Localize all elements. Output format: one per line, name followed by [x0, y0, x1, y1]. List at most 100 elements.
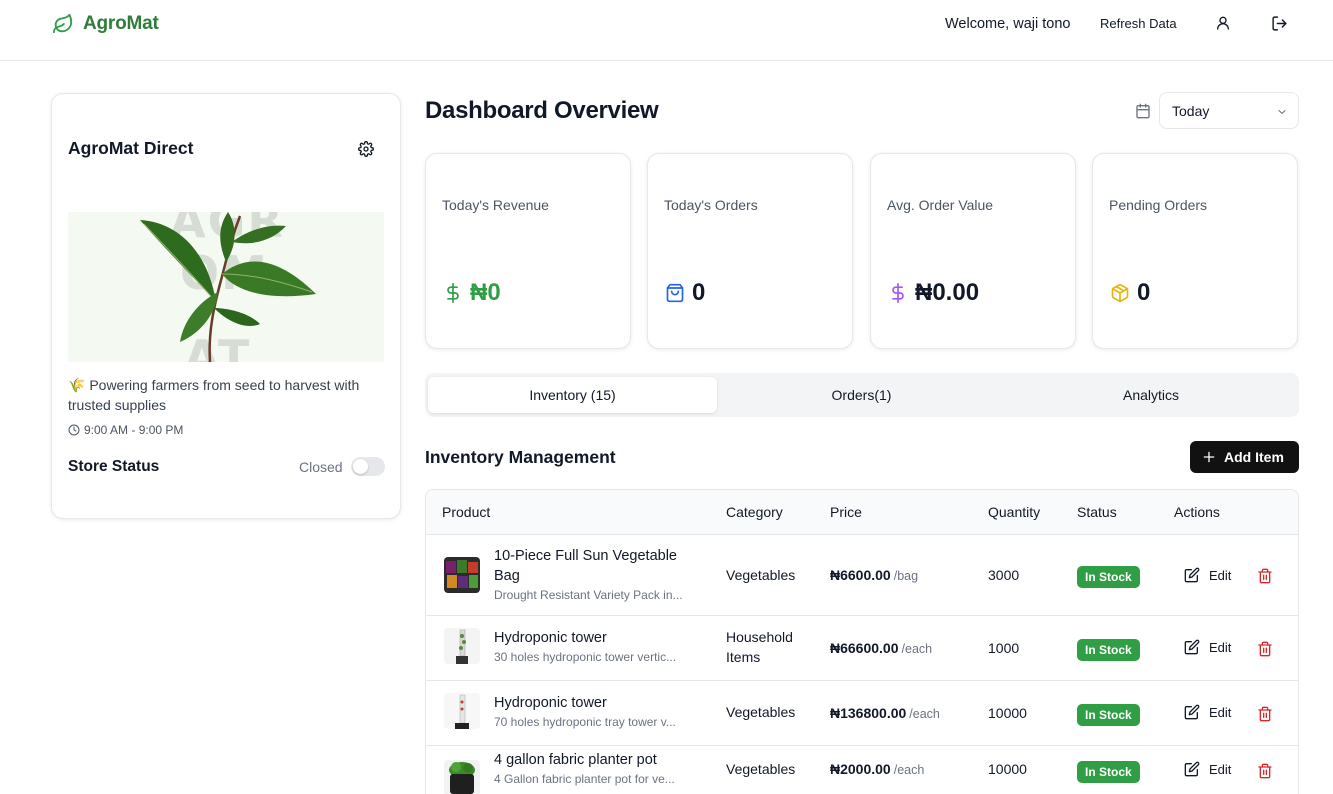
leaf-logo-icon	[51, 12, 75, 36]
column-header: Quantity	[988, 504, 1041, 520]
chevron-down-icon	[1276, 105, 1288, 117]
edit-label: Edit	[1209, 567, 1232, 583]
trash-icon[interactable]	[1257, 568, 1273, 584]
page-title: Dashboard Overview	[425, 97, 659, 124]
period-select-value: Today	[1172, 103, 1210, 119]
table-header: Product Category Price Quantity Status A…	[426, 490, 1298, 535]
plus-icon	[1203, 451, 1215, 463]
period-select[interactable]: Today	[1159, 92, 1299, 129]
edit-icon	[1184, 704, 1200, 720]
stat-value: 0	[692, 279, 706, 306]
column-header: Product	[442, 504, 491, 520]
clock-icon	[68, 424, 80, 436]
inventory-title: Inventory Management	[425, 447, 616, 467]
product-description: 30 holes hydroponic tower vertic...	[494, 650, 677, 664]
edit-label: Edit	[1209, 639, 1232, 655]
status-badge: In Stock	[1077, 761, 1140, 783]
product-name: 4 gallon fabric planter pot	[494, 752, 657, 768]
tab-inventory[interactable]: Inventory (15)	[428, 377, 717, 413]
status-badge: In Stock	[1077, 566, 1140, 588]
product-category: Household Items	[726, 629, 793, 665]
user-icon[interactable]	[1214, 14, 1232, 32]
status-badge: In Stock	[1077, 639, 1140, 661]
store-hours: 9:00 AM - 9:00 PM	[68, 423, 183, 437]
stat-label: Avg. Order Value	[887, 197, 994, 213]
stat-card-revenue: Today's Revenue ₦0	[425, 153, 631, 349]
product-price: ₦6600.00/bag	[830, 567, 918, 583]
trash-icon[interactable]	[1257, 763, 1273, 779]
tab-bar: Inventory (15) Orders(1) Analytics	[425, 373, 1299, 417]
tab-analytics[interactable]: Analytics	[1006, 377, 1296, 413]
price-value: ₦2000.00	[830, 761, 891, 777]
stat-label: Today's Orders	[664, 197, 758, 213]
product-description: 4 Gallon fabric planter pot for ve...	[494, 772, 675, 786]
add-item-button[interactable]: Add Item	[1190, 441, 1299, 473]
store-status-label: Store Status	[68, 458, 160, 475]
edit-button[interactable]: Edit	[1184, 761, 1231, 777]
price-unit: /each	[901, 642, 933, 656]
product-thumbnail	[444, 628, 480, 664]
price-unit: /each	[893, 763, 925, 777]
store-tagline: 🌾 Powering farmers from seed to harvest …	[68, 377, 360, 413]
top-bar: AgroMat Welcome, waji tono Refresh Data	[0, 0, 1333, 61]
stat-card-avg-order: Avg. Order Value ₦0.00	[870, 153, 1076, 349]
table-row: 4 gallon fabric planter pot 4 Gallon fab…	[426, 746, 1298, 794]
product-thumbnail	[444, 557, 480, 593]
product-category: Vegetables	[726, 761, 796, 777]
table-row: Hydroponic tower 70 holes hydroponic tra…	[426, 681, 1298, 746]
price-value: ₦136800.00	[830, 705, 907, 721]
product-thumbnail	[444, 693, 480, 729]
edit-icon	[1184, 761, 1200, 777]
product-price: ₦66600.00/each	[830, 640, 932, 656]
price-unit: /each	[909, 707, 940, 721]
stat-value: ₦0	[470, 279, 501, 306]
table-row: 10-Piece Full Sun Vegetable Bag Drought …	[426, 535, 1298, 616]
inventory-table: Product Category Price Quantity Status A…	[425, 489, 1299, 794]
welcome-text: Welcome, waji tono	[945, 16, 1071, 32]
price-value: ₦6600.00	[830, 567, 891, 583]
stat-label: Today's Revenue	[442, 197, 549, 213]
stat-value: 0	[1137, 279, 1151, 306]
package-icon	[1109, 282, 1131, 304]
column-header: Price	[830, 504, 862, 520]
add-item-label: Add Item	[1224, 449, 1284, 465]
product-quantity: 10000	[988, 761, 1027, 777]
refresh-data-button[interactable]: Refresh Data	[1100, 16, 1177, 31]
shopping-bag-icon	[664, 282, 686, 304]
status-badge: In Stock	[1077, 704, 1140, 726]
stat-value: ₦0.00	[915, 279, 980, 306]
product-thumbnail	[444, 760, 480, 794]
edit-icon	[1184, 639, 1200, 655]
brand[interactable]: AgroMat	[51, 12, 159, 36]
edit-button[interactable]: Edit	[1184, 639, 1231, 655]
tab-orders[interactable]: Orders(1)	[717, 377, 1006, 413]
product-price: ₦2000.00/each	[830, 761, 924, 777]
brand-name: AgroMat	[83, 13, 159, 34]
logout-icon[interactable]	[1270, 14, 1288, 32]
product-category: Vegetables	[726, 567, 796, 583]
store-name: AgroMat Direct	[68, 138, 194, 158]
calendar-icon	[1135, 103, 1151, 119]
product-name: Hydroponic tower	[494, 695, 607, 711]
leaf-illustration	[140, 212, 316, 362]
store-card: AgroMat Direct AGR OM AT 🌾 Powering farm…	[51, 93, 401, 519]
dollar-icon	[442, 282, 464, 304]
product-price: ₦136800.00/each	[830, 705, 940, 721]
product-name: Hydroponic tower	[494, 630, 607, 646]
product-description: 70 holes hydroponic tray tower v...	[494, 715, 676, 729]
stat-label: Pending Orders	[1109, 197, 1208, 213]
price-unit: /bag	[893, 569, 919, 583]
edit-button[interactable]: Edit	[1184, 567, 1231, 583]
store-status-toggle[interactable]	[351, 457, 385, 476]
toggle-knob	[353, 459, 368, 474]
store-hours-text: 9:00 AM - 9:00 PM	[84, 423, 184, 437]
product-category: Vegetables	[726, 704, 796, 720]
trash-icon[interactable]	[1257, 641, 1273, 657]
store-banner-image: AGR OM AT	[68, 212, 384, 362]
column-header: Category	[726, 504, 783, 520]
edit-button[interactable]: Edit	[1184, 704, 1231, 720]
gear-icon[interactable]	[358, 141, 376, 159]
stat-card-orders: Today's Orders 0	[647, 153, 853, 349]
trash-icon[interactable]	[1257, 706, 1273, 722]
edit-label: Edit	[1209, 704, 1232, 720]
